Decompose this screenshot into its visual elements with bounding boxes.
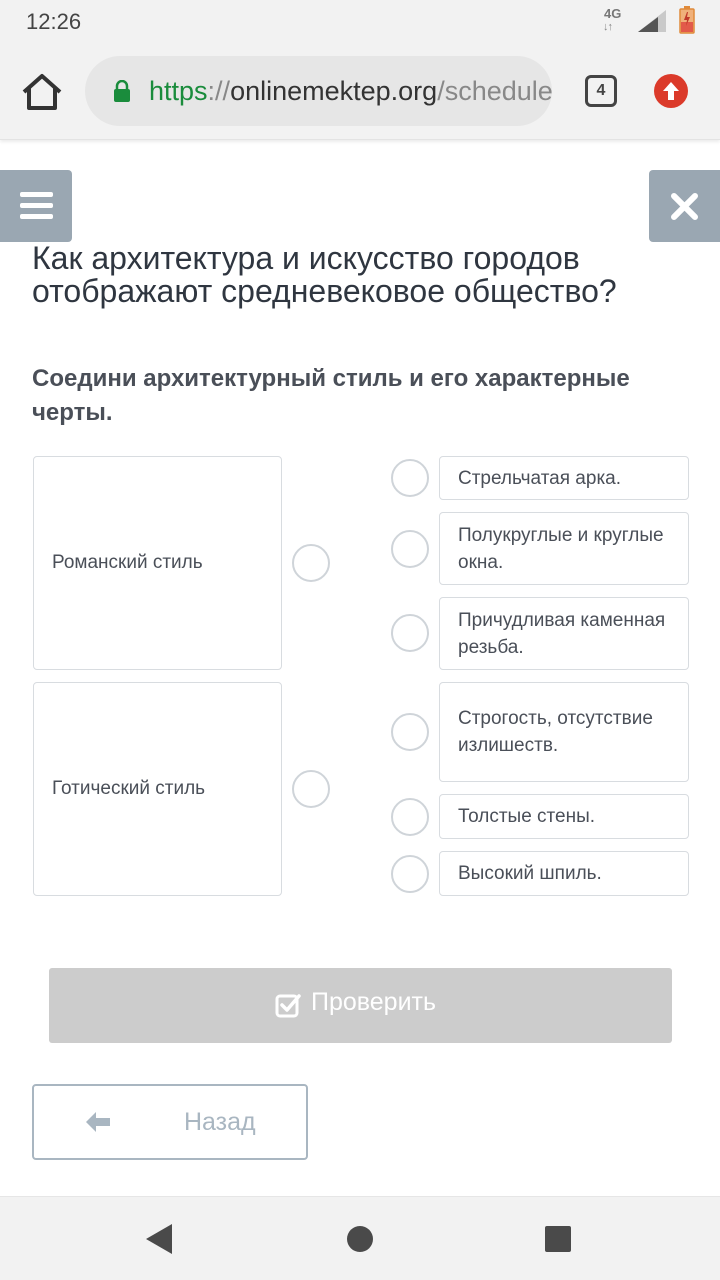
style-label: Романский стиль	[52, 552, 203, 573]
url-text: https://onlinemektep.org/schedule	[149, 76, 552, 107]
menu-button[interactable]	[0, 170, 72, 242]
status-bar: 12:26 4G ↓↑	[0, 0, 720, 44]
system-nav-bar	[0, 1196, 720, 1280]
style-card-romanesque[interactable]: Романский стиль	[33, 456, 282, 670]
network-label: 4G	[604, 6, 622, 21]
address-bar[interactable]: https://onlinemektep.org/schedule	[85, 56, 552, 126]
feature-connector[interactable]	[391, 530, 429, 568]
feature-card[interactable]: Причудливая каменная резьба.	[439, 597, 689, 670]
network-activity-icon: ↓↑	[603, 21, 613, 33]
back-button-label: Назад	[184, 1108, 256, 1136]
close-button[interactable]	[649, 170, 720, 242]
signal-icon	[638, 10, 666, 32]
style-label: Готический стиль	[52, 778, 206, 799]
feature-connector[interactable]	[391, 614, 429, 652]
update-icon[interactable]	[654, 74, 688, 108]
nav-home-icon[interactable]	[347, 1226, 373, 1252]
feature-card[interactable]: Стрельчатая арка.	[439, 456, 689, 500]
feature-label: Высокий шпиль.	[458, 863, 602, 884]
feature-card[interactable]: Полукруглые и круглые окна.	[439, 512, 689, 585]
feature-connector[interactable]	[391, 855, 429, 893]
feature-label: Строгость, отсутствие излишеств.	[458, 708, 653, 756]
url-scheme: https	[149, 76, 208, 106]
update-arrow-icon	[663, 82, 679, 100]
feature-connector[interactable]	[391, 798, 429, 836]
feature-label: Полукруглые и круглые окна.	[458, 524, 664, 573]
nav-back-icon[interactable]	[146, 1224, 172, 1254]
url-separator: ://	[207, 76, 231, 106]
back-button[interactable]: Назад	[32, 1084, 308, 1160]
check-button-label: Проверить	[311, 988, 437, 1016]
feature-card[interactable]: Толстые стены.	[439, 794, 689, 839]
battery-icon	[679, 6, 695, 34]
arrow-left-icon	[86, 1112, 110, 1132]
close-icon	[671, 193, 698, 220]
browser-toolbar: https://onlinemektep.org/schedule 4	[0, 44, 720, 140]
tabs-icon[interactable]: 4	[585, 75, 617, 107]
nav-recent-apps-icon[interactable]	[545, 1226, 571, 1252]
lesson-title: Как архитектура и искусство городов отоб…	[32, 240, 617, 309]
feature-card[interactable]: Высокий шпиль.	[439, 851, 689, 896]
check-button[interactable]: Проверить	[49, 968, 672, 1043]
feature-connector[interactable]	[391, 713, 429, 751]
status-time: 12:26	[26, 9, 82, 34]
feature-label: Толстые стены.	[458, 806, 596, 827]
feature-label: Причудливая каменная резьба.	[458, 609, 666, 658]
feature-connector[interactable]	[391, 459, 429, 497]
url-host: onlinemektep.org	[230, 76, 438, 106]
menu-icon-bar	[20, 203, 53, 208]
home-icon[interactable]	[20, 72, 64, 112]
lock-icon	[114, 80, 130, 102]
task-instruction: Соедини архитектурный стиль и его характ…	[32, 365, 630, 426]
url-path: /schedule	[437, 76, 552, 106]
feature-card[interactable]: Строгость, отсутствие излишеств.	[439, 682, 689, 782]
menu-icon-bar	[20, 214, 53, 219]
menu-icon	[20, 192, 53, 197]
feature-label: Стрельчатая арка.	[458, 467, 622, 489]
style-connector-romanesque[interactable]	[292, 544, 330, 582]
check-icon	[275, 994, 301, 1018]
style-card-gothic[interactable]: Готический стиль	[33, 682, 282, 896]
style-connector-gothic[interactable]	[292, 770, 330, 808]
